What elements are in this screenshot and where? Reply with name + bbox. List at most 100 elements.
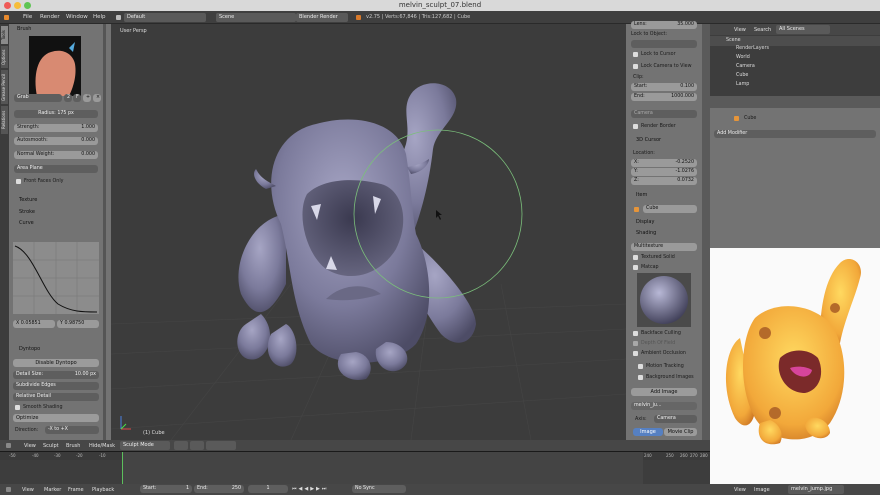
render-engine-select[interactable]: Blender Render [296,13,348,22]
textured-solid-checkbox[interactable] [633,255,638,260]
matcap-preview[interactable] [637,273,691,327]
display-panel-header[interactable]: Display [636,219,654,225]
render-border-checkbox[interactable] [633,124,638,129]
image-editor[interactable] [710,248,880,484]
local-camera-field[interactable]: Camera [631,110,697,118]
front-faces-checkbox[interactable] [16,179,21,184]
image-select[interactable]: melvin_jump.jpg [788,485,844,494]
outliner-row-camera[interactable]: Camera [736,64,755,69]
layout-select[interactable]: Default [124,13,206,22]
properties-panel-scrollbar[interactable] [702,24,710,440]
image-menu-view[interactable]: View [734,487,746,493]
smooth-shading-checkbox[interactable] [15,405,20,410]
maximize-window-icon[interactable] [24,2,31,9]
motion-tracking-checkbox[interactable] [638,364,643,369]
curve-x-field[interactable]: X 0.05851 [13,320,55,328]
outliner-row-lamp[interactable]: Lamp [736,82,749,87]
sync-select[interactable]: No Sync [352,485,406,493]
movie-clip-source-tab[interactable]: Movie Clip [664,428,697,436]
ambient-occlusion-checkbox[interactable] [633,351,638,356]
add-modifier-select[interactable]: Add Modifier [714,130,876,138]
tab-grease-pencil[interactable]: Grease Pencil [1,70,8,104]
brush-name-field[interactable]: Grab [14,94,62,102]
image-menu-image[interactable]: Image [754,487,770,493]
current-frame-line[interactable] [122,452,123,485]
backface-culling-checkbox[interactable] [633,331,638,336]
autosmooth-slider[interactable]: Autosmooth: 0.000 [14,137,98,145]
tool-shelf-scrollbar[interactable] [103,24,106,440]
end-frame-field[interactable]: End: 250 [194,485,244,493]
radius-slider[interactable]: Radius: 175 px [14,110,98,118]
clip-end-field[interactable]: End: 1000.000 [631,93,697,101]
tab-tools[interactable]: Tools [1,26,8,44]
background-image-row[interactable]: melvin_ju... [631,402,697,410]
layer-buttons[interactable] [206,441,236,450]
properties-context-tabs[interactable] [710,96,880,108]
cursor-x-field[interactable]: X: -0.2520 [631,159,697,167]
menu-window[interactable]: Window [66,14,88,20]
add-image-button[interactable]: Add Image [631,388,697,396]
background-images-checkbox[interactable] [638,375,643,380]
item-panel-header[interactable]: Item [636,192,647,198]
playback-controls[interactable]: ⏮◀◀▶▶⏭ [292,486,328,492]
outliner-row-renderlayers[interactable]: RenderLayers [736,46,769,51]
menu-view[interactable]: View [24,443,36,449]
cursor-y-field[interactable]: Y: -1.0276 [631,168,697,176]
tab-options[interactable]: Options [1,46,8,68]
outliner-menu-search[interactable]: Search [754,27,771,33]
curve-panel-header[interactable]: Curve [19,220,34,226]
texture-panel-header[interactable]: Texture [19,197,37,203]
menu-hide-mask[interactable]: Hide/Mask [89,443,115,449]
current-frame-field[interactable]: 1 [248,485,288,493]
shading-mode-select[interactable]: Multitexture [631,243,697,251]
menu-sculpt[interactable]: Sculpt [43,443,59,449]
shading-select[interactable] [174,441,188,450]
menu-file[interactable]: File [23,14,32,20]
timeline[interactable]: -50 -40 -30 -20 -10 0 10 20 30 40 50 60 … [0,452,710,485]
dyntopo-panel-header[interactable]: Dyntopo [19,346,40,352]
clip-start-field[interactable]: Start: 0.100 [631,83,697,91]
outliner-menu-view[interactable]: View [734,27,746,33]
lens-field[interactable]: Lens: 35.000 [631,21,697,29]
direction-select[interactable]: -X to +X [45,426,99,434]
editor-type-icon[interactable] [6,443,11,448]
motion-tracking-header[interactable]: Motion Tracking [646,364,684,369]
new-brush-button[interactable]: + [83,94,91,102]
menu-brush[interactable]: Brush [66,443,80,449]
menu-view[interactable]: View [22,487,34,493]
minimize-window-icon[interactable] [14,2,21,9]
3d-viewport[interactable]: User Persp (1) Cube [111,24,626,440]
item-name-field[interactable]: Cube [643,205,697,213]
outliner-display-select[interactable]: All Scenes [776,25,830,34]
lock-camera-checkbox[interactable] [633,64,638,69]
remove-brush-button[interactable]: × [93,94,101,102]
brush-preview[interactable] [29,36,81,96]
menu-frame[interactable]: Frame [68,487,84,493]
falloff-curve-widget[interactable] [13,242,99,314]
start-frame-field[interactable]: Start: 1 [140,485,192,493]
scene-select[interactable]: Scene [216,13,296,22]
sculpt-plane-select[interactable]: Area Plane [14,165,98,173]
strength-slider[interactable]: Strength: 1.000 [14,124,98,132]
subdivide-select[interactable]: Subdivide Edges [13,382,99,390]
lock-object-field[interactable] [631,40,697,48]
editor-type-icon[interactable] [6,487,11,492]
stroke-panel-header[interactable]: Stroke [19,209,35,215]
tab-relations[interactable]: Relations [1,106,8,134]
mode-select[interactable]: Sculpt Mode [120,441,170,450]
detail-size-field[interactable]: Detail Size: 10.00 px [13,371,99,379]
menu-marker[interactable]: Marker [44,487,61,493]
disable-dyntopo-button[interactable]: Disable Dyntopo [13,359,99,367]
menu-render[interactable]: Render [40,14,60,20]
3d-cursor-panel-header[interactable]: 3D Cursor [636,137,661,143]
axis-select[interactable]: Camera [654,415,697,423]
image-source-tab[interactable]: Image [633,428,663,436]
curve-y-field[interactable]: Y 0.98750 [57,320,99,328]
depth-of-field-checkbox[interactable] [633,341,638,346]
optimize-button[interactable]: Optimize [13,414,99,422]
detail-type-select[interactable]: Relative Detail [13,393,99,401]
matcap-checkbox[interactable] [633,265,638,270]
pivot-select[interactable] [190,441,204,450]
background-images-header[interactable]: Background Images [646,375,694,380]
brush-fake-user[interactable]: F [73,94,81,102]
